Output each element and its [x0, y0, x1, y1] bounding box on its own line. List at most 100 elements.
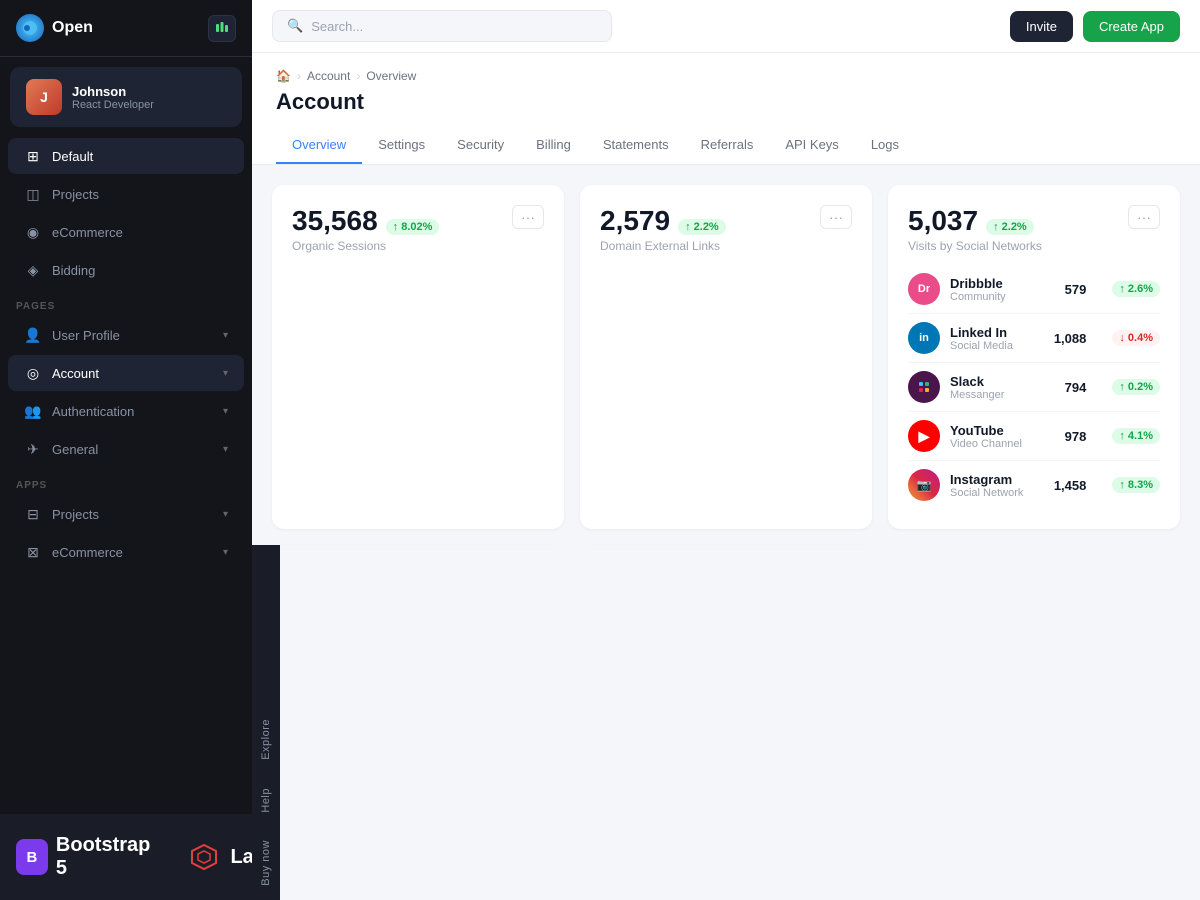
sidebar: Open J Johnson React Developer ⊞ Default… — [0, 0, 252, 900]
more-options-button[interactable]: ··· — [512, 205, 544, 229]
sidebar-item-general[interactable]: ✈ General ▾ — [8, 431, 244, 467]
sidebar-item-label: eCommerce — [52, 545, 123, 560]
search-box[interactable]: 🔍 Search... — [272, 10, 612, 42]
page-title: Account — [276, 89, 1176, 115]
tab-statements[interactable]: Statements — [587, 127, 685, 164]
social-type: Social Media — [950, 340, 1044, 352]
breadcrumb-sep: › — [297, 69, 301, 83]
social-type: Community — [950, 291, 1055, 303]
social-badge: ↑ 4.1% — [1112, 428, 1160, 444]
sidebar-item-label: General — [52, 442, 98, 457]
home-icon[interactable]: 🏠 — [276, 69, 291, 83]
tab-billing[interactable]: Billing — [520, 127, 587, 164]
page-header: 🏠 › Account › Overview Account Overview … — [252, 53, 1200, 165]
chevron-down-icon: ▾ — [223, 509, 228, 520]
dribbble-logo: Dr — [908, 273, 940, 305]
social-info: Slack Messanger — [950, 374, 1055, 401]
sidebar-item-default[interactable]: ⊞ Default — [8, 138, 244, 174]
social-count: 1,458 — [1054, 478, 1087, 493]
right-tab-buy[interactable]: Buy now — [260, 826, 272, 900]
sidebar-item-label: Authentication — [52, 404, 134, 419]
social-count: 579 — [1065, 282, 1087, 297]
topbar: 🔍 Search... Invite Create App — [252, 0, 1200, 53]
sidebar-item-ecommerce[interactable]: ◉ eCommerce — [8, 214, 244, 250]
laravel-icon — [186, 839, 222, 875]
sidebar-item-account[interactable]: ◎ Account ▾ — [8, 355, 244, 391]
chevron-down-icon: ▾ — [223, 368, 228, 379]
social-name: Linked In — [950, 325, 1044, 340]
create-app-button[interactable]: Create App — [1083, 11, 1180, 42]
chevron-down-icon: ▾ — [223, 406, 228, 417]
sidebar-item-projects[interactable]: ◫ Projects — [8, 176, 244, 212]
tab-logs[interactable]: Logs — [855, 127, 915, 164]
bootstrap-icon: B — [16, 839, 48, 875]
breadcrumb-account[interactable]: Account — [307, 69, 350, 83]
linkedin-logo: in — [908, 322, 940, 354]
bootstrap-label: Bootstrap 5 — [56, 834, 155, 880]
breadcrumb-overview: Overview — [366, 69, 416, 83]
youtube-logo: ▶ — [908, 420, 940, 452]
projects-icon: ◫ — [24, 185, 42, 203]
general-icon: ✈ — [24, 440, 42, 458]
sidebar-item-label: Account — [52, 366, 99, 381]
user-name: Johnson — [72, 84, 154, 99]
more-options-button[interactable]: ··· — [1128, 205, 1160, 229]
apps-ecommerce-icon: ⊠ — [24, 543, 42, 561]
search-placeholder: Search... — [311, 19, 363, 34]
grid-icon: ⊞ — [24, 147, 42, 165]
social-row-instagram: 📷 Instagram Social Network 1,458 ↑ 8.3% — [908, 461, 1160, 509]
main-content: 🔍 Search... Invite Create App 🏠 › Accoun… — [252, 0, 1200, 545]
social-name: YouTube — [950, 423, 1055, 438]
social-row-linkedin: in Linked In Social Media 1,088 ↓ 0.4% — [908, 314, 1160, 363]
social-row-youtube: ▶ YouTube Video Channel 978 ↑ 4.1% — [908, 412, 1160, 461]
social-count: 978 — [1065, 429, 1087, 444]
content-area: 35,568 ↑ 8.02% Organic Sessions ··· — [252, 165, 1200, 545]
tab-overview[interactable]: Overview — [276, 127, 362, 164]
search-icon: 🔍 — [287, 18, 303, 34]
sidebar-item-authentication[interactable]: 👥 Authentication ▾ — [8, 393, 244, 429]
chevron-down-icon: ▾ — [223, 444, 228, 455]
laravel-banner: Laravel — [186, 839, 252, 875]
breadcrumb-sep: › — [356, 69, 360, 83]
invite-button[interactable]: Invite — [1010, 11, 1073, 42]
page-tabs: Overview Settings Security Billing State… — [276, 127, 1176, 164]
user-info: Johnson React Developer — [72, 84, 154, 111]
tab-api-keys[interactable]: API Keys — [769, 127, 854, 164]
social-badge: ↓ 0.4% — [1112, 330, 1160, 346]
stat-label: Visits by Social Networks — [908, 239, 1042, 253]
sidebar-item-label: Projects — [52, 187, 99, 202]
tab-security[interactable]: Security — [441, 127, 520, 164]
bidding-icon: ◈ — [24, 261, 42, 279]
apps-section-label: APPS — [0, 468, 252, 495]
right-tab-explore[interactable]: Explore — [260, 705, 272, 774]
app-name: Open — [52, 19, 93, 37]
more-options-button[interactable]: ··· — [820, 205, 852, 229]
user-card: J Johnson React Developer — [10, 67, 242, 127]
social-row-slack: Slack Messanger 794 ↑ 0.2% — [908, 363, 1160, 412]
social-name: Dribbble — [950, 276, 1055, 291]
instagram-logo: 📷 — [908, 469, 940, 501]
apps-projects-icon: ⊟ — [24, 505, 42, 523]
auth-icon: 👥 — [24, 402, 42, 420]
stat-badge: ↑ 2.2% — [678, 219, 726, 235]
sidebar-item-apps-ecommerce[interactable]: ⊠ eCommerce ▾ — [8, 534, 244, 570]
social-badge: ↑ 0.2% — [1112, 379, 1160, 395]
social-row-dribbble: Dr Dribbble Community 579 ↑ 2.6% — [908, 265, 1160, 314]
user-role: React Developer — [72, 99, 154, 111]
sidebar-item-label: Bidding — [52, 263, 95, 278]
social-list: Dr Dribbble Community 579 ↑ 2.6% in Link… — [908, 265, 1160, 509]
chevron-down-icon: ▾ — [223, 547, 228, 558]
social-badge: ↑ 8.3% — [1112, 477, 1160, 493]
pages-section-label: PAGES — [0, 289, 252, 316]
right-tab-help[interactable]: Help — [260, 774, 272, 827]
sidebar-item-apps-projects[interactable]: ⊟ Projects ▾ — [8, 496, 244, 532]
tab-settings[interactable]: Settings — [362, 127, 441, 164]
social-badge: ↑ 2.6% — [1112, 281, 1160, 297]
ecommerce-icon: ◉ — [24, 223, 42, 241]
social-info: YouTube Video Channel — [950, 423, 1055, 450]
social-type: Video Channel — [950, 438, 1055, 450]
sidebar-item-user-profile[interactable]: 👤 User Profile ▾ — [8, 317, 244, 353]
stat-badge: ↑ 8.02% — [386, 219, 440, 235]
tab-referrals[interactable]: Referrals — [685, 127, 770, 164]
sidebar-item-bidding[interactable]: ◈ Bidding — [8, 252, 244, 288]
